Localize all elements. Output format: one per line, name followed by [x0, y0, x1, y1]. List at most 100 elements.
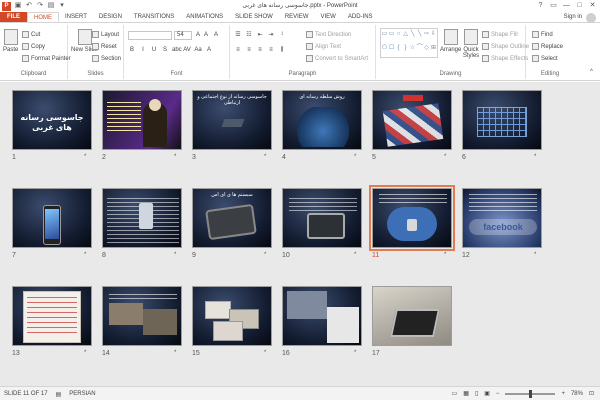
shape-pentagon[interactable]: ⬠: [381, 43, 388, 57]
numbering-icon[interactable]: ☷: [245, 31, 253, 38]
align-right-icon[interactable]: ≡: [256, 47, 264, 54]
proofing-icon[interactable]: ▤: [56, 391, 62, 398]
find-button[interactable]: Find: [532, 31, 553, 38]
clear-formatting-button[interactable]: A: [214, 32, 218, 38]
zoom-out-button[interactable]: −: [496, 391, 500, 397]
shapes-gallery[interactable]: ▭ ▭ ○ △ ╲ ╲ ⇨ ⇩ ⬠ ☐ { } ☆ ⌒ ◇ ⊞: [380, 28, 438, 58]
slide-thumbnail-13[interactable]: [12, 286, 92, 346]
transition-icon[interactable]: *: [354, 350, 356, 356]
shape-diamond[interactable]: ◇: [423, 43, 430, 57]
transition-icon[interactable]: *: [264, 350, 266, 356]
slide-thumbnail-5[interactable]: [372, 90, 452, 150]
justify-icon[interactable]: ≡: [267, 47, 275, 54]
shape-star[interactable]: ☆: [409, 43, 416, 57]
slide-thumbnail-1[interactable]: جاسوسی رسانه های غربی: [12, 90, 92, 150]
ribbon-display-options-button[interactable]: ▭: [548, 0, 559, 11]
sign-in-link[interactable]: Sign in: [564, 14, 582, 20]
shape-oval[interactable]: ○: [395, 29, 402, 43]
shape-more[interactable]: ⊞: [430, 43, 437, 57]
arrange-button[interactable]: Arrange: [440, 29, 461, 53]
slide-show-view-icon[interactable]: ▣: [484, 390, 490, 397]
slide-sorter-view-icon[interactable]: ▦: [463, 390, 469, 397]
close-button[interactable]: ✕: [587, 0, 598, 11]
fit-slide-icon[interactable]: ⊡: [589, 390, 594, 397]
bold-button[interactable]: B: [128, 47, 136, 53]
maximize-button[interactable]: □: [574, 0, 585, 11]
shape-text-box[interactable]: ☐: [388, 43, 395, 57]
transition-icon[interactable]: *: [174, 154, 176, 160]
increase-indent-icon[interactable]: ⇥: [267, 31, 275, 38]
underline-button[interactable]: U: [150, 47, 158, 53]
tab-review[interactable]: REVIEW: [279, 12, 315, 22]
character-spacing-button[interactable]: AV: [183, 47, 191, 53]
shape-right-arrow[interactable]: ⇨: [423, 29, 430, 43]
align-left-icon[interactable]: ≡: [234, 47, 242, 54]
slide-count-indicator[interactable]: SLIDE 11 OF 17: [4, 391, 48, 398]
transition-icon[interactable]: *: [174, 252, 176, 258]
shape-effects-button[interactable]: Shape Effects: [482, 55, 528, 62]
font-color-button[interactable]: A: [205, 47, 213, 53]
grow-font-button[interactable]: A: [196, 32, 200, 38]
shape-left-brace[interactable]: {: [395, 43, 402, 57]
normal-view-icon[interactable]: ▭: [452, 390, 458, 397]
shape-line-2[interactable]: ╲: [416, 29, 423, 43]
transition-icon[interactable]: *: [84, 154, 86, 160]
zoom-in-button[interactable]: +: [561, 391, 565, 397]
tab-view[interactable]: VIEW: [315, 12, 342, 22]
tab-animations[interactable]: ANIMATIONS: [180, 12, 229, 22]
section-button[interactable]: Section: [92, 55, 121, 62]
slide-thumbnail-4[interactable]: روش سلطه رسانه ای: [282, 90, 362, 150]
cut-button[interactable]: Cut: [22, 31, 40, 38]
change-case-button[interactable]: Aa: [194, 47, 202, 53]
italic-button[interactable]: I: [139, 47, 147, 53]
shape-fill-button[interactable]: Shape Fill: [482, 31, 518, 38]
font-size-combobox[interactable]: 54: [174, 31, 192, 40]
minimize-button[interactable]: —: [561, 0, 572, 11]
shape-right-brace[interactable]: }: [402, 43, 409, 57]
language-indicator[interactable]: PERSIAN: [69, 391, 95, 398]
copy-button[interactable]: Copy: [22, 43, 45, 50]
collapse-ribbon-icon[interactable]: ^: [590, 69, 593, 75]
quick-styles-button[interactable]: Quick Styles: [462, 29, 480, 59]
align-text-button[interactable]: Align Text: [306, 43, 341, 50]
transition-icon[interactable]: *: [84, 252, 86, 258]
line-spacing-icon[interactable]: ↕: [278, 31, 286, 38]
tab-file[interactable]: FILE: [0, 12, 27, 22]
transition-icon[interactable]: *: [264, 154, 266, 160]
shape-down-arrow[interactable]: ⇩: [430, 29, 437, 43]
slide-thumbnail-11[interactable]: [369, 185, 455, 251]
transition-icon[interactable]: *: [534, 252, 536, 258]
transition-icon[interactable]: *: [444, 154, 446, 160]
shape-line[interactable]: ╲: [409, 29, 416, 43]
transition-icon[interactable]: *: [354, 252, 356, 258]
slide-thumbnail-14[interactable]: [102, 286, 182, 346]
transition-icon[interactable]: *: [84, 350, 86, 356]
slide-thumbnail-6[interactable]: [462, 90, 542, 150]
slide-thumbnail-12[interactable]: facebook: [462, 188, 542, 248]
transition-icon[interactable]: *: [354, 154, 356, 160]
center-icon[interactable]: ≡: [245, 47, 253, 54]
slide-thumbnail-17[interactable]: [372, 286, 452, 346]
slide-thumbnail-16[interactable]: [282, 286, 362, 346]
select-button[interactable]: Select: [532, 55, 558, 62]
font-name-combobox[interactable]: [128, 31, 172, 40]
reading-view-icon[interactable]: ▯: [475, 390, 478, 397]
slide-thumbnail-15[interactable]: [192, 286, 272, 346]
transition-icon[interactable]: *: [444, 252, 446, 258]
transition-icon[interactable]: *: [174, 350, 176, 356]
text-shadow-button[interactable]: S: [161, 47, 169, 53]
shape-outline-button[interactable]: Shape Outline: [482, 43, 529, 50]
zoom-level[interactable]: 78%: [571, 391, 583, 397]
shape-triangle[interactable]: △: [402, 29, 409, 43]
convert-to-smartart-button[interactable]: Convert to SmartArt: [306, 55, 368, 62]
tab-slide-show[interactable]: SLIDE SHOW: [229, 12, 279, 22]
slide-thumbnail-10[interactable]: [282, 188, 362, 248]
strikethrough-button[interactable]: abc: [172, 47, 182, 53]
zoom-slider-thumb[interactable]: [529, 389, 533, 398]
transition-icon[interactable]: *: [264, 252, 266, 258]
layout-button[interactable]: Layout: [92, 31, 119, 38]
slide-thumbnail-7[interactable]: [12, 188, 92, 248]
shrink-font-button[interactable]: A: [204, 32, 208, 38]
slide-thumbnail-2[interactable]: [102, 90, 182, 150]
transition-icon[interactable]: *: [534, 154, 536, 160]
